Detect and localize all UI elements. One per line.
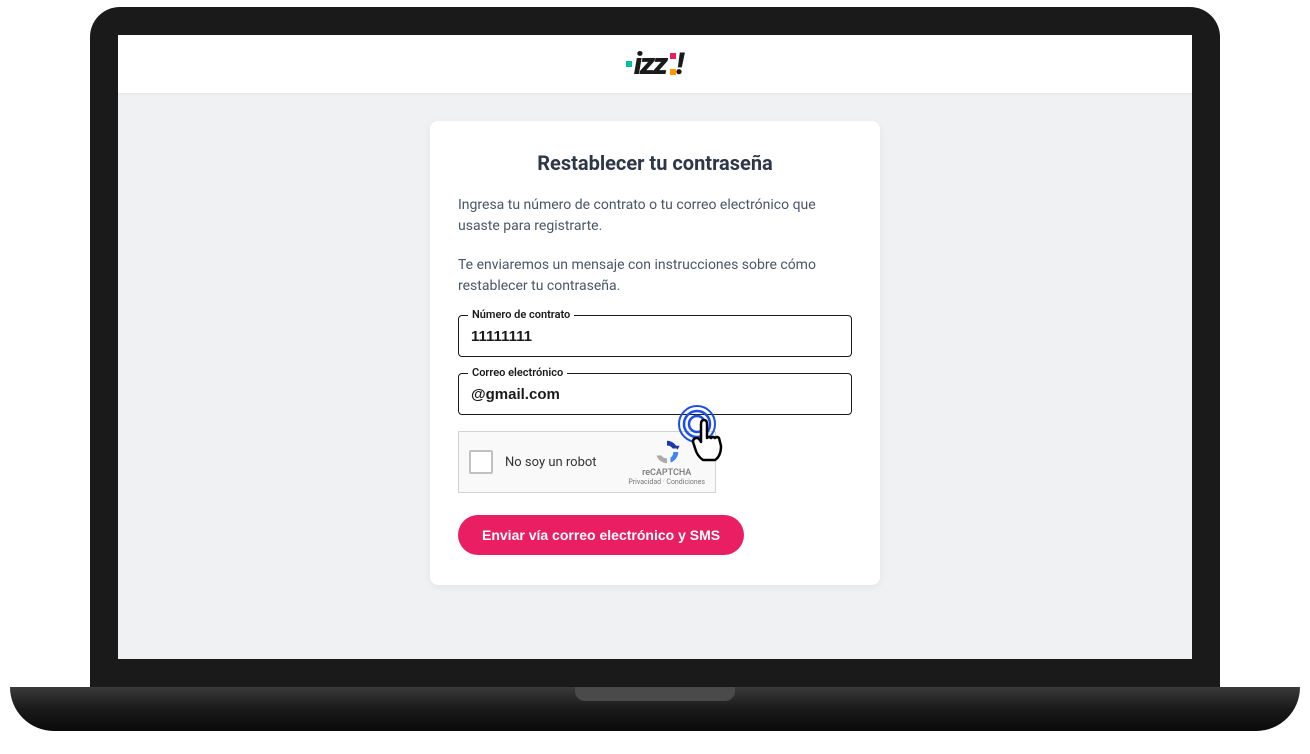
email-label: Correo electrónico: [468, 366, 567, 379]
laptop-mockup: izz ! Restablecer tu contraseña Ingresa …: [20, 7, 1290, 747]
recaptcha-brand: reCAPTCHA: [642, 468, 691, 478]
laptop-screen: izz ! Restablecer tu contraseña Ingresa …: [118, 35, 1192, 659]
recaptcha-text: No soy un robot: [505, 455, 628, 470]
laptop-notch: [575, 687, 735, 701]
recaptcha-branding: reCAPTCHA Privacidad · Condiciones: [628, 438, 705, 486]
logo-text: izz: [634, 47, 666, 82]
card-title: Restablecer tu contraseña: [458, 151, 852, 175]
logo-dot-teal: [626, 61, 632, 67]
recaptcha-checkbox[interactable]: [469, 450, 493, 474]
main-content: Restablecer tu contraseña Ingresa tu núm…: [118, 93, 1192, 585]
contract-label: Número de contrato: [468, 308, 574, 321]
laptop-bezel: izz ! Restablecer tu contraseña Ingresa …: [90, 7, 1220, 687]
submit-button[interactable]: Enviar vía correo electrónico y SMS: [458, 515, 744, 555]
email-field-group: Correo electrónico: [458, 373, 852, 415]
recaptcha-icon: [653, 438, 681, 466]
contract-input[interactable]: [458, 315, 852, 357]
logo-exclaim: !: [676, 47, 684, 82]
izzi-logo: izz !: [626, 47, 684, 82]
recaptcha-terms: Privacidad · Condiciones: [628, 478, 705, 486]
reset-password-card: Restablecer tu contraseña Ingresa tu núm…: [430, 121, 880, 585]
instruction-text-1: Ingresa tu número de contrato o tu corre…: [458, 195, 852, 237]
contract-field-group: Número de contrato: [458, 315, 852, 357]
page-header: izz !: [118, 35, 1192, 93]
instruction-text-2: Te enviaremos un mensaje con instruccion…: [458, 255, 852, 297]
email-input[interactable]: [458, 373, 852, 415]
laptop-base: [10, 687, 1300, 731]
recaptcha-widget: No soy un robot reCAPTCHA Privacidad · C…: [458, 431, 716, 493]
